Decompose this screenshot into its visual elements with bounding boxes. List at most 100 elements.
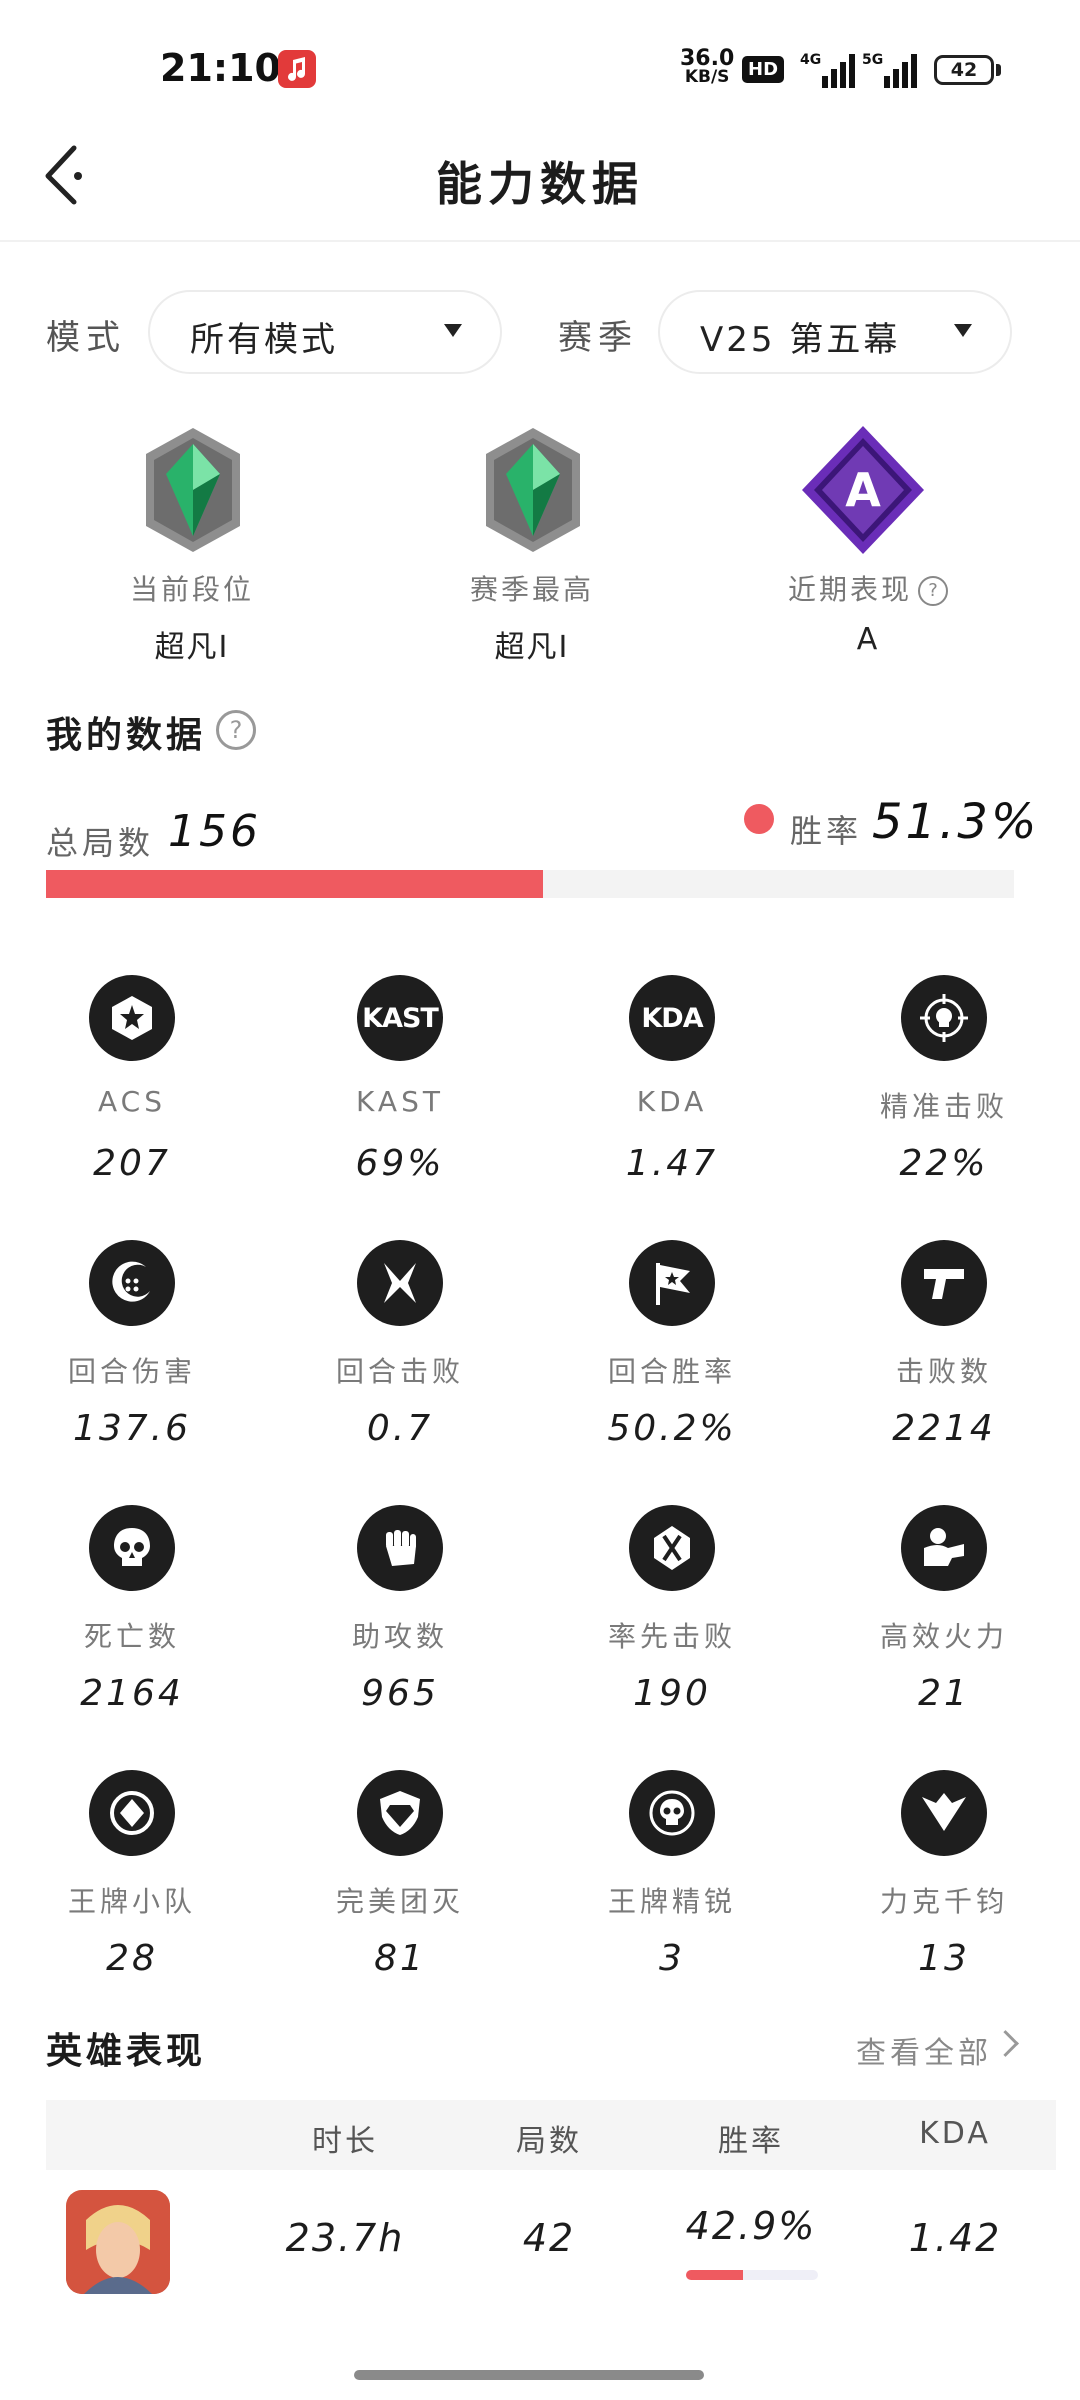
stat-value: 28 [106,1938,158,1979]
stat-label: 击败数 [895,1355,992,1388]
total-games-label: 总局数 [46,824,155,862]
stat-label: 回合伤害 [67,1355,196,1388]
pistol-icon [901,1240,987,1326]
stat-label: 王牌精锐 [607,1885,736,1918]
stat-item: 回合击败 0.7 [268,1240,532,1449]
diamond-shield-icon [357,1770,443,1856]
season-peak-rank-icon [468,420,598,560]
hero-kda: 1.42 [908,2216,1002,2260]
win-rate-dot-icon [744,804,774,834]
home-indicator[interactable] [354,2370,704,2380]
hero-duration: 23.7h [285,2216,405,2260]
battery-icon: 42 [934,55,994,85]
ace-squad-icon [89,1770,175,1856]
stat-label: 精准击败 [879,1090,1008,1123]
crosshair-skull-icon [901,975,987,1061]
hero-avatar[interactable] [66,2190,170,2294]
win-rate-progress-bar [46,870,1014,898]
hd-badge: HD [742,56,785,83]
stat-item: 王牌小队 28 [0,1770,264,1979]
my-data-title: 我的数据 [46,715,207,756]
hero-performance-title: 英雄表现 [46,2031,207,2072]
column-games: 局数 [516,2124,582,2159]
chevron-right-icon[interactable] [992,2030,1019,2057]
mode-dropdown-value: 所有模式 [190,320,338,360]
status-time: 21:10 [160,46,281,90]
season-peak-value: 超凡Ⅰ [494,630,570,665]
mode-label: 模式 [46,318,126,358]
stat-value: 207 [93,1143,171,1184]
stat-item: 击败数 2214 [812,1240,1076,1449]
wings-icon [901,1770,987,1856]
header-divider [0,240,1080,242]
stat-item: 助攻数 965 [268,1505,532,1714]
stat-label: 完美团灭 [335,1885,464,1918]
stat-value: 0.7 [366,1408,434,1449]
stat-value: 2164 [80,1673,184,1714]
season-dropdown[interactable]: V25 第五幕 [658,290,1012,374]
stat-label: 回合胜率 [607,1355,736,1388]
network-speed: 36.0 KB/S [680,46,735,87]
recent-performance-label: 近期表现? [708,568,1028,608]
net-speed-value: 36.0 [680,46,735,71]
mode-dropdown[interactable]: 所有模式 [148,290,502,374]
season-label: 赛季 [558,318,638,358]
stat-item: KAST KAST 69% [268,975,532,1184]
stat-label: 力克千钧 [879,1885,1008,1918]
stat-value: 965 [361,1673,439,1714]
stat-item: 王牌精锐 3 [540,1770,804,1979]
kast-icon: KAST [357,975,443,1061]
stat-value: 3 [659,1938,685,1979]
stat-label: 高效火力 [879,1620,1008,1653]
recent-performance-value: A [856,622,880,657]
first-blood-icon [629,1505,715,1591]
season-dropdown-value: V25 第五幕 [700,320,901,360]
music-app-icon [278,50,316,88]
network-5g-label: 5G [862,52,883,68]
network-4g-label: 4G [800,52,821,68]
crossed-blades-icon [357,1240,443,1326]
stat-value: 2214 [892,1408,996,1449]
stat-item: 回合伤害 137.6 [0,1240,264,1449]
stat-value: 190 [633,1673,711,1714]
hero-win-rate: 42.9% [685,2204,817,2248]
current-rank-label: 当前段位 [129,573,254,606]
column-duration: 时长 [312,2124,378,2159]
ace-elite-skull-icon [629,1770,715,1856]
stat-value: 69% [355,1143,445,1184]
help-icon[interactable]: ? [918,576,948,606]
hero-win-rate-bar [686,2270,818,2280]
signal-icon: 4G [800,50,860,94]
stat-item: KDA KDA 1.47 [540,975,804,1184]
chevron-down-icon [954,324,972,337]
kda-icon: KDA [629,975,715,1061]
page-title: 能力数据 [436,157,644,211]
total-games-value: 156 [168,806,261,857]
view-all-link[interactable]: 查看全部 [856,2028,992,2072]
stat-item: ACS 207 [0,975,264,1184]
hero-games: 42 [522,2216,576,2260]
skull-icon [89,1505,175,1591]
help-icon[interactable]: ? [216,710,256,750]
stat-value: 13 [918,1938,970,1979]
current-rank-value: 超凡Ⅰ [154,630,230,665]
firepower-icon [901,1505,987,1591]
stat-item: 死亡数 2164 [0,1505,264,1714]
win-rate-progress-fill [46,870,543,898]
win-rate-label: 胜率 [790,812,863,850]
victory-flag-icon [629,1240,715,1326]
stat-value: 137.6 [72,1408,192,1449]
hero-win-rate-bar-fill [686,2270,743,2280]
stat-value: 1.47 [625,1143,719,1184]
current-rank-icon [128,420,258,560]
stat-item: 完美团灭 81 [268,1770,532,1979]
stat-item: 回合胜率 50.2% [540,1240,804,1449]
stat-label: 王牌小队 [67,1885,196,1918]
stat-value: 22% [899,1143,989,1184]
signal-icon: 5G [862,50,922,94]
column-kda: KDA [919,2116,991,2151]
moon-damage-icon [89,1240,175,1326]
stat-value: 21 [918,1673,970,1714]
stat-icon-text: KAST [362,1002,439,1034]
stat-label: 助攻数 [351,1620,448,1653]
